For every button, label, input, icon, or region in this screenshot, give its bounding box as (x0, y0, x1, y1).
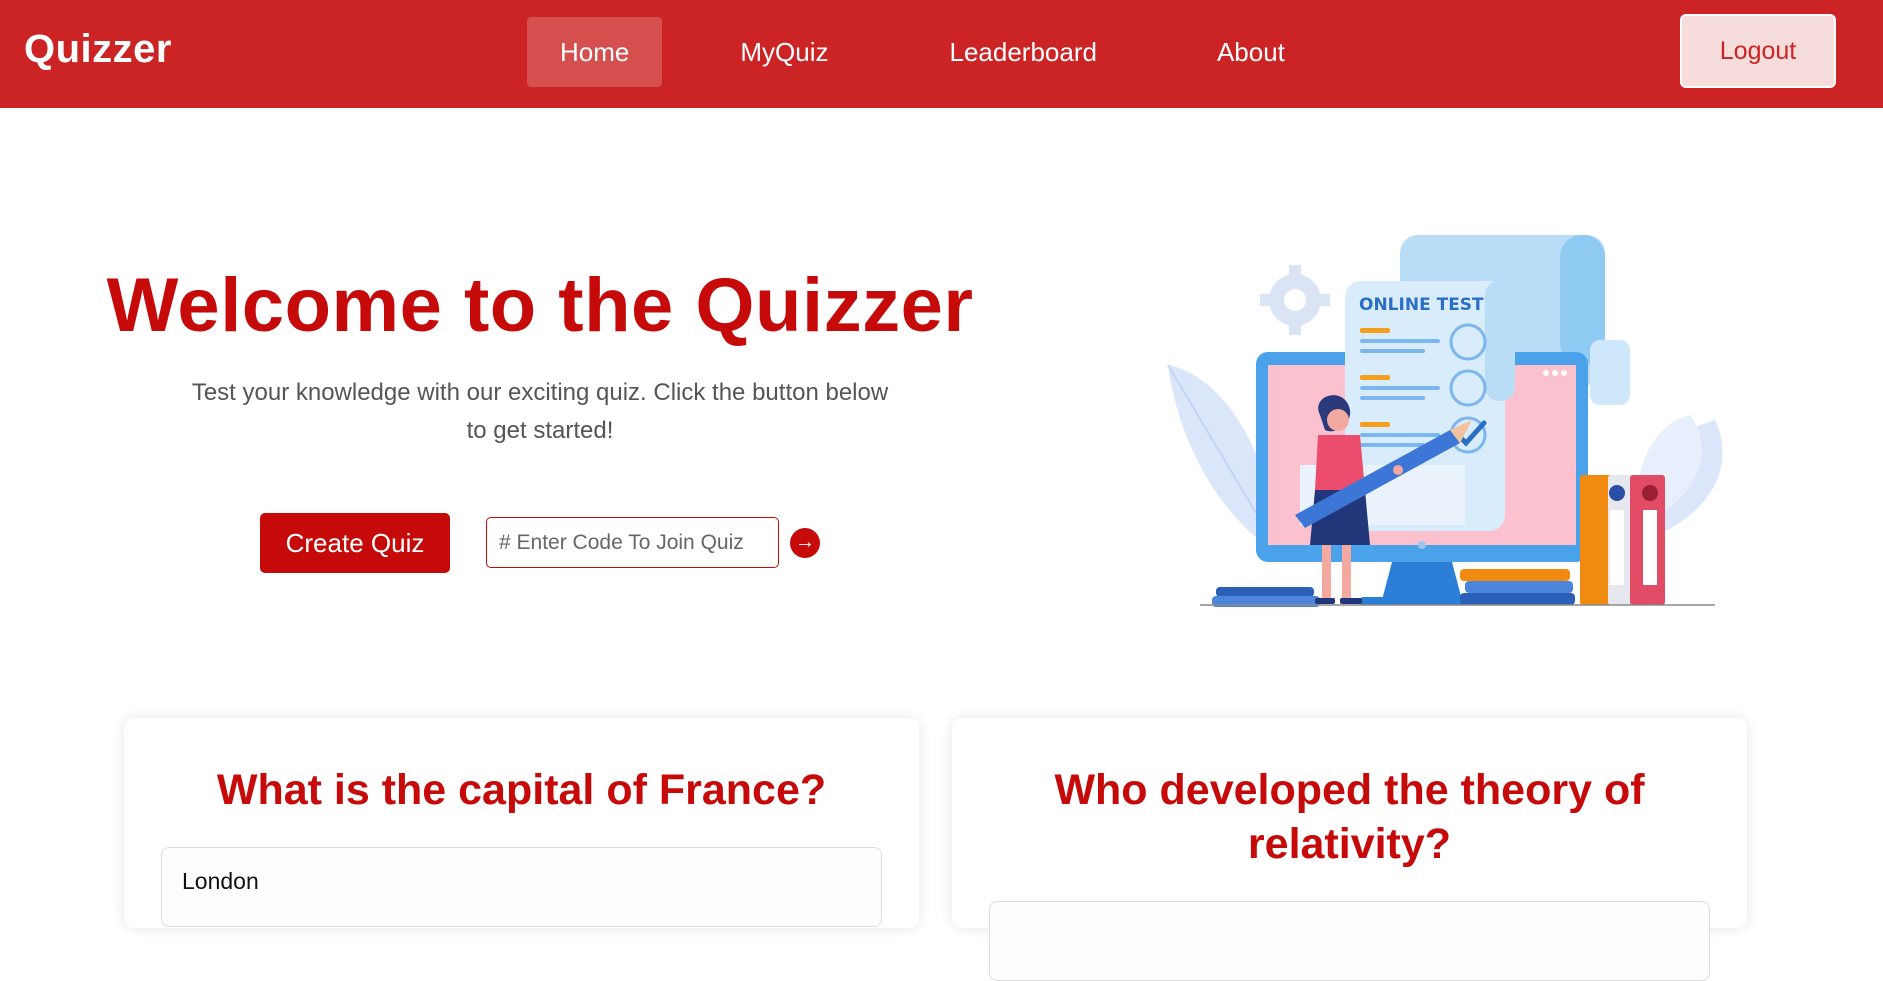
nav-myquiz[interactable]: MyQuiz (707, 17, 861, 87)
nav-home[interactable]: Home (527, 17, 663, 87)
quiz-question: What is the capital of France? (216, 766, 827, 814)
quiz-question: Who developed the theory of relativity? (1054, 766, 1645, 868)
nav-leaderboard[interactable]: Leaderboard (916, 17, 1129, 87)
binders-icon (1580, 475, 1665, 605)
quiz-option[interactable] (989, 901, 1710, 981)
arrow-right-icon[interactable]: → (790, 528, 820, 558)
hero-subtitle: Test your knowledge with our exciting qu… (191, 379, 889, 444)
join-code-input[interactable] (486, 517, 779, 568)
top-navbar: Quizzer Home MyQuiz Leaderboard About Lo… (0, 0, 1883, 108)
online-test-illustration: ONLINE TEST (1167, 235, 1723, 607)
nav-links: Home MyQuiz Leaderboard About (527, 17, 1318, 87)
quiz-option[interactable]: London (161, 847, 882, 927)
gear-icon (1260, 265, 1330, 335)
hero-title: Welcome to the Quizzer (106, 263, 974, 348)
brand-logo[interactable]: Quizzer (24, 27, 172, 72)
quiz-card: Who developed the theory of relativity? (952, 718, 1747, 981)
illustration-label: ONLINE TEST (1359, 295, 1484, 315)
quiz-card: What is the capital of France? London (124, 718, 919, 928)
logout-button[interactable]: Logout (1680, 14, 1836, 88)
create-quiz-button[interactable]: Create Quiz (260, 513, 450, 573)
nav-about[interactable]: About (1184, 17, 1318, 87)
